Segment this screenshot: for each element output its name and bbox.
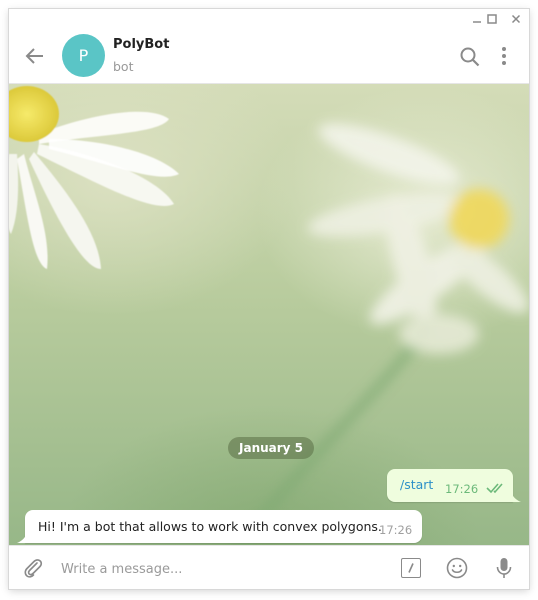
maximize-button[interactable]: [482, 10, 502, 28]
message-input[interactable]: [59, 555, 393, 583]
message-text[interactable]: /start: [400, 477, 433, 492]
emoji-icon: [446, 557, 468, 579]
date-separator: January 5: [228, 437, 315, 459]
search-button[interactable]: [459, 46, 481, 68]
double-check-icon: [486, 483, 503, 494]
paperclip-icon: [24, 559, 43, 578]
bubble-tail: [511, 492, 521, 502]
outgoing-message[interactable]: /start 17:26: [387, 469, 513, 502]
title-bar: [9, 9, 529, 28]
more-button[interactable]: [497, 44, 511, 68]
message-time: 17:26: [445, 482, 479, 496]
telegram-window: P PolyBot bot January 5 /start 17:26 Hi!…: [9, 9, 529, 589]
emoji-button[interactable]: [446, 557, 468, 579]
bot-commands-button[interactable]: [401, 558, 421, 578]
avatar[interactable]: P: [62, 34, 105, 77]
bubble-tail: [17, 533, 27, 543]
chat-status: bot: [113, 59, 134, 74]
chat-header: P PolyBot bot: [9, 28, 529, 84]
incoming-message[interactable]: Hi! I'm a bot that allows to work with c…: [25, 510, 422, 543]
bot-command-icon: [408, 563, 414, 573]
search-icon: [460, 47, 480, 67]
message-history[interactable]: January 5 /start 17:26 Hi! I'm a bot tha…: [9, 84, 529, 545]
voice-record-button[interactable]: [495, 556, 513, 580]
close-icon: [511, 14, 521, 24]
chat-title[interactable]: PolyBot: [113, 37, 169, 52]
back-button[interactable]: [23, 44, 47, 68]
more-vertical-icon: [502, 47, 506, 65]
close-button[interactable]: [506, 10, 526, 28]
message-text: Hi! I'm a bot that allows to work with c…: [38, 519, 382, 534]
microphone-icon: [496, 558, 512, 578]
message-time: 17:26: [379, 523, 413, 537]
attach-button[interactable]: [21, 556, 45, 580]
message-composer: [9, 545, 529, 589]
maximize-icon: [487, 14, 497, 24]
back-arrow-icon: [25, 48, 43, 64]
minimize-icon: [473, 21, 481, 23]
